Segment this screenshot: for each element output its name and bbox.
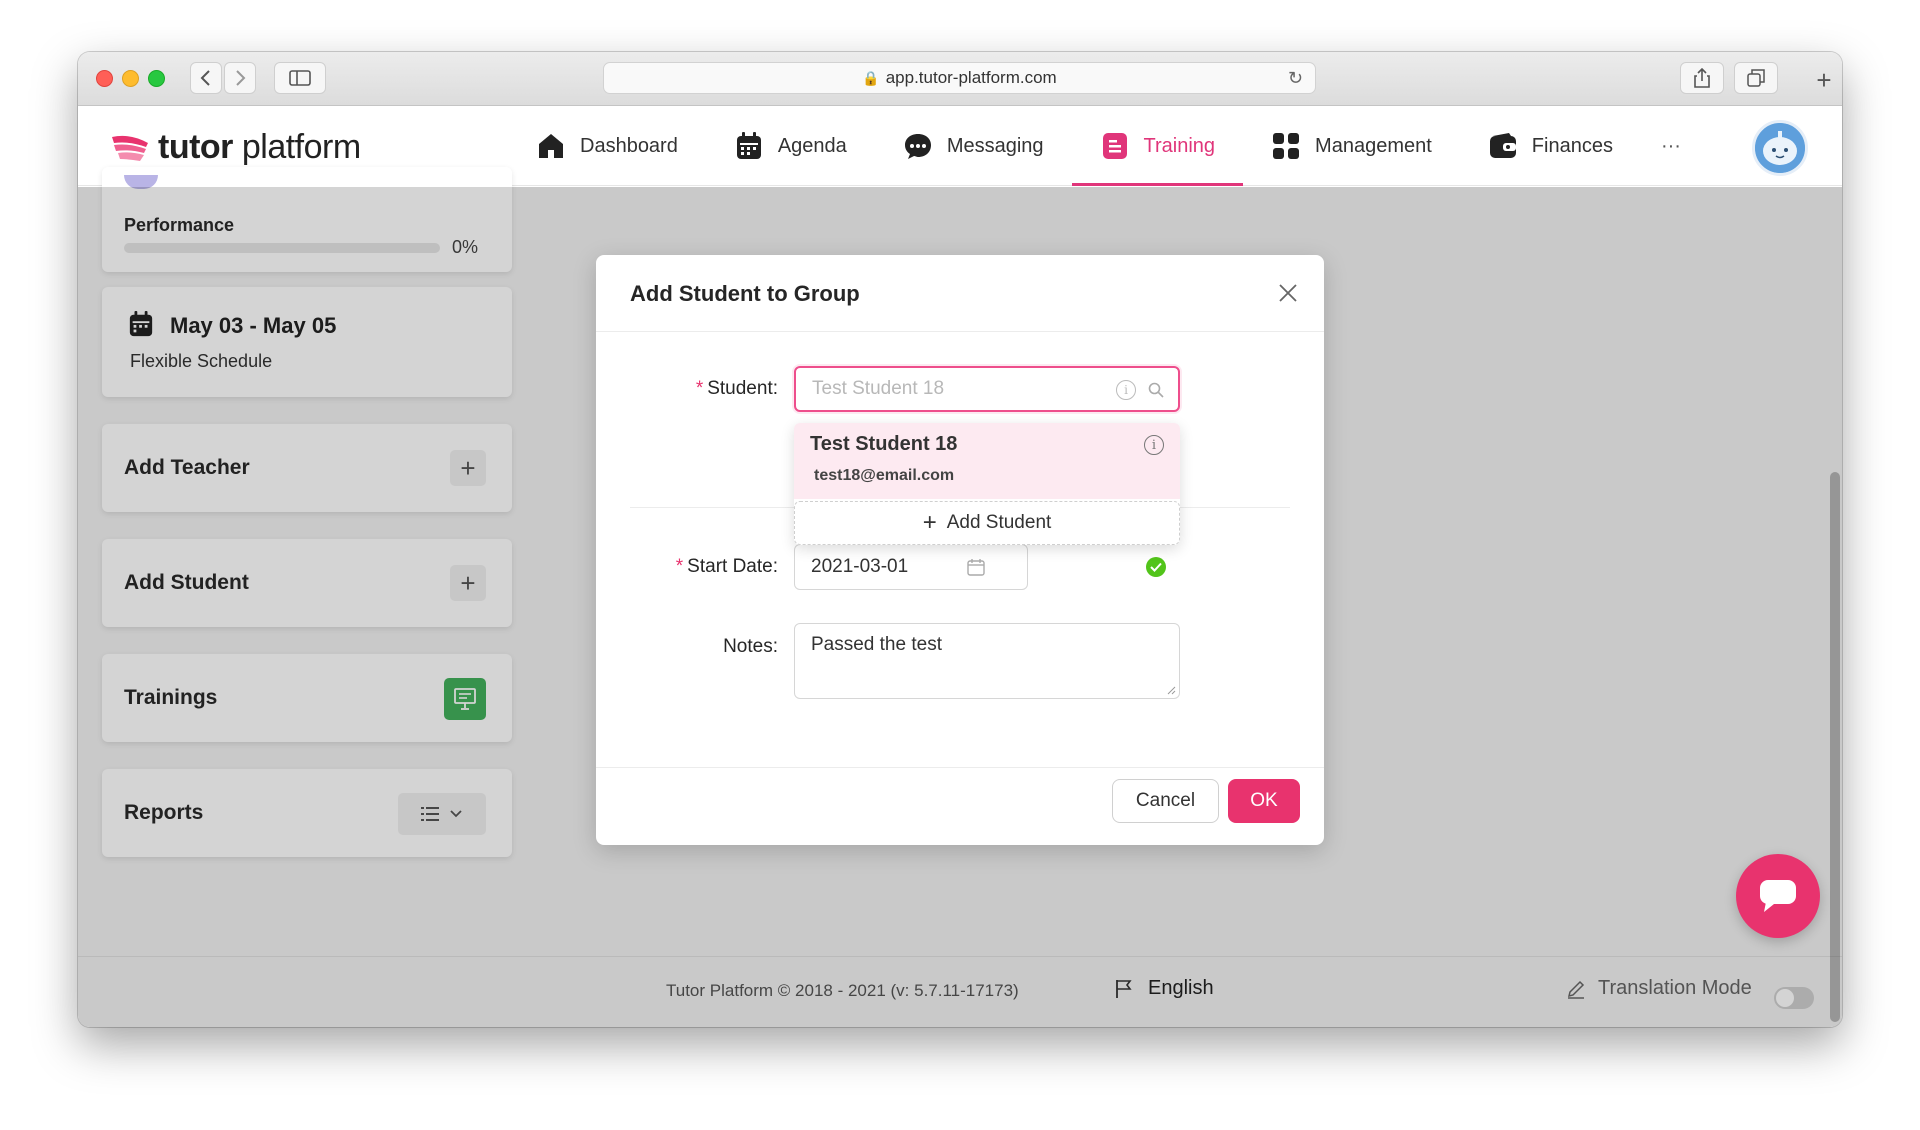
calendar-icon [734,131,764,161]
grid-icon [1271,131,1301,161]
search-icon [1148,382,1164,398]
training-icon [1100,131,1130,161]
chat-icon [903,131,933,161]
main-nav: Dashboard Agenda Messaging Training Mana… [508,106,1701,186]
resize-handle-icon[interactable] [1166,685,1176,695]
modal-title: Add Student to Group [630,281,860,306]
address-bar[interactable]: 🔒 app.tutor-platform.com ↻ [603,62,1316,94]
avatar-robot-icon [1755,123,1805,173]
home-icon [536,131,566,161]
close-icon[interactable] [1278,277,1298,311]
start-date-picker[interactable]: 2021-03-01 [794,544,1028,590]
ok-button[interactable]: OK [1228,779,1300,823]
notes-label: Notes: [723,636,778,657]
support-chat-button[interactable] [1736,854,1820,938]
nav-finances[interactable]: Finances [1460,106,1641,186]
nav-agenda[interactable]: Agenda [706,106,875,186]
lock-icon: 🔒 [862,69,880,86]
chevron-right-icon [236,70,246,86]
zoom-window-button[interactable] [148,70,165,87]
sidebar-icon [289,70,311,86]
cancel-button[interactable]: Cancel [1112,779,1219,823]
logo-mark-icon [112,135,148,161]
chat-bubble-icon [1760,880,1796,912]
modal-footer-divider [596,767,1324,768]
share-icon [1694,68,1710,88]
plus-icon: + [922,509,937,536]
check-circle-icon [1146,557,1166,577]
add-student-label: Add Student [946,512,1052,533]
tabs-overview-button[interactable] [1734,62,1778,94]
url-text: app.tutor-platform.com [885,68,1057,87]
student-label: * Student: [695,378,778,399]
nav-label: Finances [1531,134,1613,157]
nav-training[interactable]: Training [1071,106,1244,186]
sidebar-toggle-button[interactable] [274,62,326,94]
page-scrollbar[interactable] [1830,472,1840,1022]
notes-value: Passed the test [811,634,942,655]
dropdown-add-student-button[interactable]: + Add Student [794,501,1180,545]
nav-label: Messaging [946,134,1044,157]
option-student-name: Test Student 18 [810,433,958,455]
nav-label: Agenda [777,134,847,157]
nav-label: Training [1143,134,1216,157]
browser-window: 🔒 app.tutor-platform.com ↻ + tutor platf… [78,52,1842,1027]
reload-icon[interactable]: ↻ [1288,68,1303,89]
wallet-icon [1488,131,1518,161]
nav-messaging[interactable]: Messaging [875,106,1072,186]
brand-name: tutor platform [158,128,361,166]
option-student-email: test18@email.com [814,467,955,484]
new-tab-button[interactable]: + [1806,64,1842,96]
start-date-label: * Start Date: [675,556,778,577]
student-select-input[interactable]: Test Student 18 i [794,366,1180,412]
nav-label: Dashboard [580,134,678,157]
info-icon[interactable]: i [1144,435,1164,455]
logo[interactable]: tutor platform [110,128,361,167]
student-placeholder: Test Student 18 [812,378,945,399]
avatar[interactable] [1752,120,1808,176]
student-dropdown: Test Student 18 test18@email.com i + Add… [794,423,1180,545]
nav-label: Management [1315,134,1432,157]
start-date-value: 2021-03-01 [811,556,909,577]
nav-management[interactable]: Management [1243,106,1460,186]
close-window-button[interactable] [96,70,113,87]
dropdown-option[interactable]: Test Student 18 test18@email.com i [794,423,1180,499]
nav-more-button[interactable]: ··· [1641,106,1701,186]
notes-textarea[interactable]: Passed the test [794,623,1180,699]
calendar-icon [967,559,985,576]
nav-dashboard[interactable]: Dashboard [508,106,706,186]
modal-header: Add Student to Group [596,255,1324,332]
browser-titlebar: 🔒 app.tutor-platform.com ↻ + [78,52,1842,106]
chevron-left-icon [200,70,210,86]
back-button[interactable] [190,62,222,94]
required-marker: * [675,556,684,577]
required-marker: * [695,378,704,399]
minimize-window-button[interactable] [122,70,139,87]
info-icon: i [1116,380,1136,400]
share-button[interactable] [1680,62,1724,94]
forward-button[interactable] [224,62,256,94]
add-student-modal: Add Student to Group * Student: Test Stud… [596,255,1324,845]
tabs-icon [1747,69,1765,87]
